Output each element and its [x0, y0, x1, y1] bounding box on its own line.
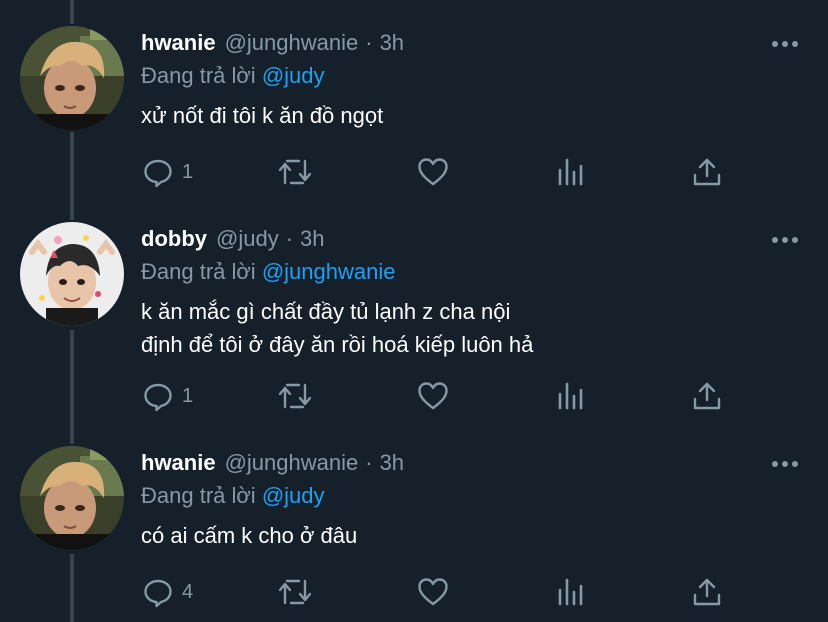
retweet-button[interactable] [277, 376, 313, 416]
like-button[interactable] [417, 376, 449, 416]
tweet-actions: 1 [0, 376, 828, 416]
analytics-icon [558, 382, 583, 410]
tweet-text: k ăn mắc gì chất đầy tủ lạnh z cha nội đ… [141, 295, 533, 361]
share-button[interactable] [692, 152, 722, 192]
tweet-text-line: k ăn mắc gì chất đầy tủ lạnh z cha nội [141, 299, 511, 324]
tweet-text-line: có ai cấm k cho ở đâu [141, 523, 358, 548]
analytics-button[interactable] [556, 152, 586, 192]
avatar[interactable] [20, 26, 124, 130]
thread-connector [70, 0, 74, 24]
separator-dot: · [365, 30, 373, 55]
share-icon [693, 578, 721, 606]
timestamp[interactable]: 3h [300, 226, 324, 252]
reply-icon [144, 579, 172, 608]
timestamp[interactable]: 3h [380, 30, 404, 56]
more-icon[interactable] [772, 34, 798, 54]
reply-icon [144, 159, 172, 188]
display-name[interactable]: dobby [141, 226, 207, 252]
avatar-dobby-image [20, 222, 124, 326]
display-name[interactable]: hwanie [141, 30, 216, 56]
reply-button[interactable]: 1 [142, 152, 193, 192]
avatar-hwanie-image [20, 26, 124, 130]
tweet-header: hwanie @junghwanie · 3h [141, 30, 404, 62]
replying-to: Đang trả lời @judy [141, 483, 325, 509]
separator-dot: · [285, 226, 294, 251]
analytics-button[interactable] [556, 572, 586, 612]
tweet-actions: 4 [0, 572, 828, 612]
analytics-button[interactable] [556, 376, 586, 416]
tweet-header: hwanie @junghwanie · 3h [141, 450, 404, 482]
replying-to-label: Đang trả lời [141, 259, 256, 284]
user-handle[interactable]: @junghwanie [225, 450, 359, 476]
mention-link[interactable]: @junghwanie [262, 259, 396, 284]
tweet-text-line: định để tôi ở đây ăn rồi hoá kiếp luôn h… [141, 332, 534, 357]
replying-to-label: Đang trả lời [141, 63, 256, 88]
share-icon [693, 158, 721, 186]
analytics-icon [558, 578, 583, 606]
replying-to-label: Đang trả lời [141, 483, 256, 508]
display-name[interactable]: hwanie [141, 450, 216, 476]
tweet-actions: 1 [0, 152, 828, 192]
mention-link[interactable]: @judy [262, 483, 325, 508]
separator-dot: · [365, 450, 373, 475]
tweet-header: dobby @judy · 3h [141, 226, 325, 258]
like-button[interactable] [417, 572, 449, 612]
tweet[interactable]: hwanie @junghwanie · 3h Đang trả lời @ju… [0, 26, 828, 200]
user-handle[interactable]: @junghwanie [225, 30, 359, 56]
reply-count: 1 [182, 384, 194, 407]
more-icon[interactable] [772, 454, 798, 474]
timestamp[interactable]: 3h [380, 450, 404, 476]
like-button[interactable] [417, 152, 449, 192]
tweet[interactable]: hwanie @junghwanie · 3h Đang trả lời @ju… [0, 446, 828, 622]
retweet-icon [278, 159, 312, 185]
share-button[interactable] [692, 376, 722, 416]
mention-link[interactable]: @judy [262, 63, 325, 88]
tweet-text: xử nốt đi tôi k ăn đồ ngọt [141, 99, 383, 132]
like-icon [418, 158, 448, 186]
avatar[interactable] [20, 222, 124, 326]
analytics-icon [558, 158, 583, 186]
tweet[interactable]: dobby @judy · 3h Đang trả lời @junghwani… [0, 222, 828, 426]
avatar-hwanie-image [20, 446, 124, 550]
tweet-text-line: xử nốt đi tôi k ăn đồ ngọt [141, 103, 384, 128]
tweet-thread: hwanie @junghwanie · 3h Đang trả lời @ju… [0, 0, 828, 622]
share-icon [693, 382, 721, 410]
like-icon [418, 578, 448, 606]
retweet-icon [278, 383, 312, 409]
user-handle[interactable]: @judy [216, 226, 279, 252]
retweet-icon [278, 579, 312, 605]
replying-to: Đang trả lời @judy [141, 63, 325, 89]
reply-count: 1 [182, 160, 194, 183]
like-icon [418, 382, 448, 410]
more-icon[interactable] [772, 230, 798, 250]
retweet-button[interactable] [277, 572, 313, 612]
share-button[interactable] [692, 572, 722, 612]
reply-button[interactable]: 4 [142, 572, 193, 612]
tweet-text: có ai cấm k cho ở đâu [141, 519, 357, 552]
reply-icon [144, 383, 172, 412]
reply-count: 4 [182, 580, 194, 603]
retweet-button[interactable] [277, 152, 313, 192]
replying-to: Đang trả lời @junghwanie [141, 259, 395, 285]
avatar[interactable] [20, 446, 124, 550]
reply-button[interactable]: 1 [142, 376, 193, 416]
